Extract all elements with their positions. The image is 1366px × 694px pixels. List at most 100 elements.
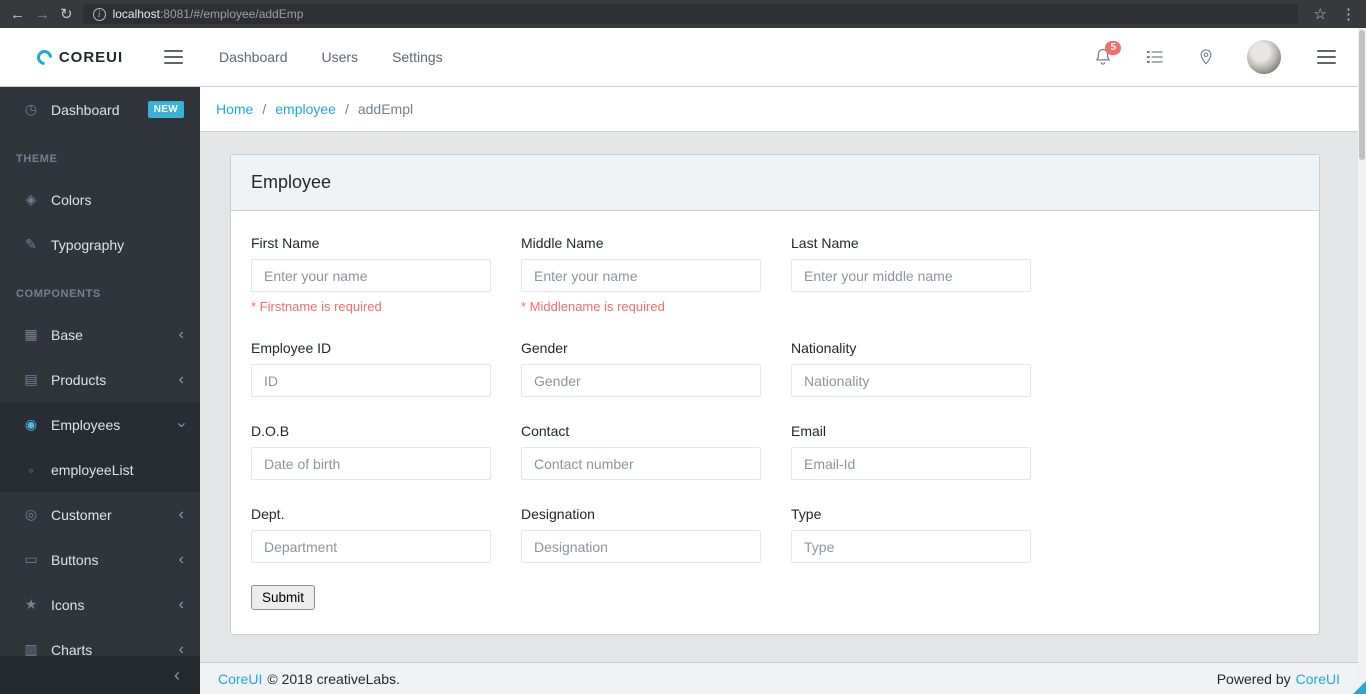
page-content: Employee First Name * Firstname is requi… [200,132,1358,662]
refresh-icon[interactable]: ↻ [60,7,73,22]
chevron-left-icon: ‹ [178,325,184,343]
field-label: Designation [521,506,595,522]
footer-coreui-link[interactable]: CoreUI [218,671,262,687]
pencil-icon: ✎ [25,236,37,252]
breadcrumb-home-link[interactable]: Home [216,101,253,117]
corner-accent-triangle [1353,681,1366,694]
footer-powered-text: Powered by [1216,670,1291,687]
chevron-left-icon: ‹ [178,370,184,388]
nav-item-users[interactable]: Users [322,49,359,65]
last-name-group: Last Name [791,235,1031,314]
list-icon[interactable] [1145,47,1165,67]
sidebar-item-label: Customer [51,506,112,523]
aside-toggler-icon[interactable] [1313,46,1340,68]
designation-group: Designation [521,506,761,563]
minimizer-chevron-icon: ‹ [174,664,180,685]
browser-chrome: ← → ↻ i localhost:8081/#/employee/addEmp… [0,0,1366,28]
sidebar-minimizer[interactable]: ‹ [0,656,200,694]
basket-icon: ▤ [24,371,38,387]
sidebar-item-label: Dashboard [51,101,120,118]
employee-card: Employee First Name * Firstname is requi… [230,154,1320,635]
sidebar-item-products[interactable]: ▤ Products ‹ [0,357,200,402]
sidebar-item-label: employeeList [51,461,134,478]
cursor-icon: ▭ [24,551,38,567]
dept-input[interactable] [251,530,491,563]
breadcrumb-employee-link[interactable]: employee [275,101,336,117]
breadcrumb: Home / employee / addEmpl [200,87,1358,132]
user-avatar[interactable] [1247,40,1281,74]
sidebar-item-dashboard[interactable]: ◷ Dashboard NEW [0,87,200,132]
sidebar-item-typography[interactable]: ✎ Typography [0,222,200,267]
drop-icon: ◈ [25,191,37,207]
breadcrumb-separator: / [344,101,349,117]
email-group: Email [791,423,1031,480]
card-title: Employee [231,155,1319,211]
middle-name-group: Middle Name * Middlename is required [521,235,761,314]
sidebar-item-label: Colors [51,191,92,208]
app-header: COREUI Dashboard Users Settings 5 [0,28,1366,87]
sidebar-item-customer[interactable]: ◎ Customer ‹ [0,492,200,537]
type-group: Type [791,506,1031,563]
bookmark-star-icon[interactable]: ☆ [1314,7,1327,22]
breadcrumb-separator: / [262,101,267,117]
gender-input[interactable] [521,364,761,397]
first-name-error: * Firstname is required [251,299,382,314]
location-pin-icon[interactable] [1197,47,1215,67]
contact-group: Contact [521,423,761,480]
dept-group: Dept. [251,506,491,563]
page-scrollbar[interactable] [1358,28,1366,694]
field-label: Contact [521,423,570,439]
chevron-left-icon: ‹ [178,550,184,568]
footer-powered-link[interactable]: CoreUI [1296,671,1340,687]
sidebar-item-icons[interactable]: ★ Icons ‹ [0,582,200,627]
browser-menu-icon[interactable]: ⋮ [1341,7,1356,22]
employee-id-input[interactable] [251,364,491,397]
puzzle-icon: ▦ [24,326,38,342]
email-input[interactable] [791,447,1031,480]
footer-copyright: © 2018 creativeLabs. [267,670,400,687]
page-footer: CoreUI © 2018 creativeLabs. Powered by C… [200,662,1358,694]
dob-input[interactable] [251,447,491,480]
gender-group: Gender [521,340,761,397]
last-name-input[interactable] [791,259,1031,292]
address-bar[interactable]: i localhost:8081/#/employee/addEmp [82,4,1298,24]
speedometer-icon: ◷ [24,101,38,117]
header-actions: 5 [1093,40,1366,74]
nav-item-settings[interactable]: Settings [392,49,443,65]
sidebar-item-label: Typography [51,236,125,253]
sidebar-item-buttons[interactable]: ▭ Buttons ‹ [0,537,200,582]
sidebar-item-employees[interactable]: ◉ Employees ‹ [0,402,200,447]
sidebar-title-theme: THEME [16,153,58,165]
sidebar-item-colors[interactable]: ◈ Colors [0,177,200,222]
nav-item-dashboard[interactable]: Dashboard [219,49,288,65]
coreui-logo[interactable]: COREUI [0,46,160,68]
bell-icon[interactable]: 5 [1093,41,1121,67]
field-label: Middle Name [521,235,604,251]
main-area: Home / employee / addEmpl Employee First… [200,87,1358,694]
brand-name: COREUI [58,48,124,66]
back-icon[interactable]: ← [10,7,25,22]
field-label: Gender [521,340,568,356]
employee-form: First Name * Firstname is required Middl… [231,211,1319,634]
middle-name-input[interactable] [521,259,761,292]
url-path: :8081/#/employee/addEmp [159,7,304,21]
middle-name-error: * Middlename is required [521,299,665,314]
type-input[interactable] [791,530,1031,563]
forward-icon[interactable]: → [35,7,50,22]
field-label: Type [791,506,822,522]
designation-input[interactable] [521,530,761,563]
field-label: Employee ID [251,340,332,356]
scrollbar-thumb[interactable] [1359,30,1365,160]
first-name-input[interactable] [251,259,491,292]
field-label: D.O.B [251,423,290,439]
sidebar-toggler-icon[interactable] [160,46,187,68]
notification-badge: 5 [1105,41,1121,55]
new-badge: NEW [147,101,184,118]
coreui-logo-mark-icon [33,46,55,68]
nationality-input[interactable] [791,364,1031,397]
site-info-icon[interactable]: i [92,7,106,21]
sidebar-item-employeelist[interactable]: ◦ employeeList [0,447,200,492]
contact-input[interactable] [521,447,761,480]
sidebar-item-base[interactable]: ▦ Base ‹ [0,312,200,357]
submit-button[interactable]: Submit [251,585,316,610]
